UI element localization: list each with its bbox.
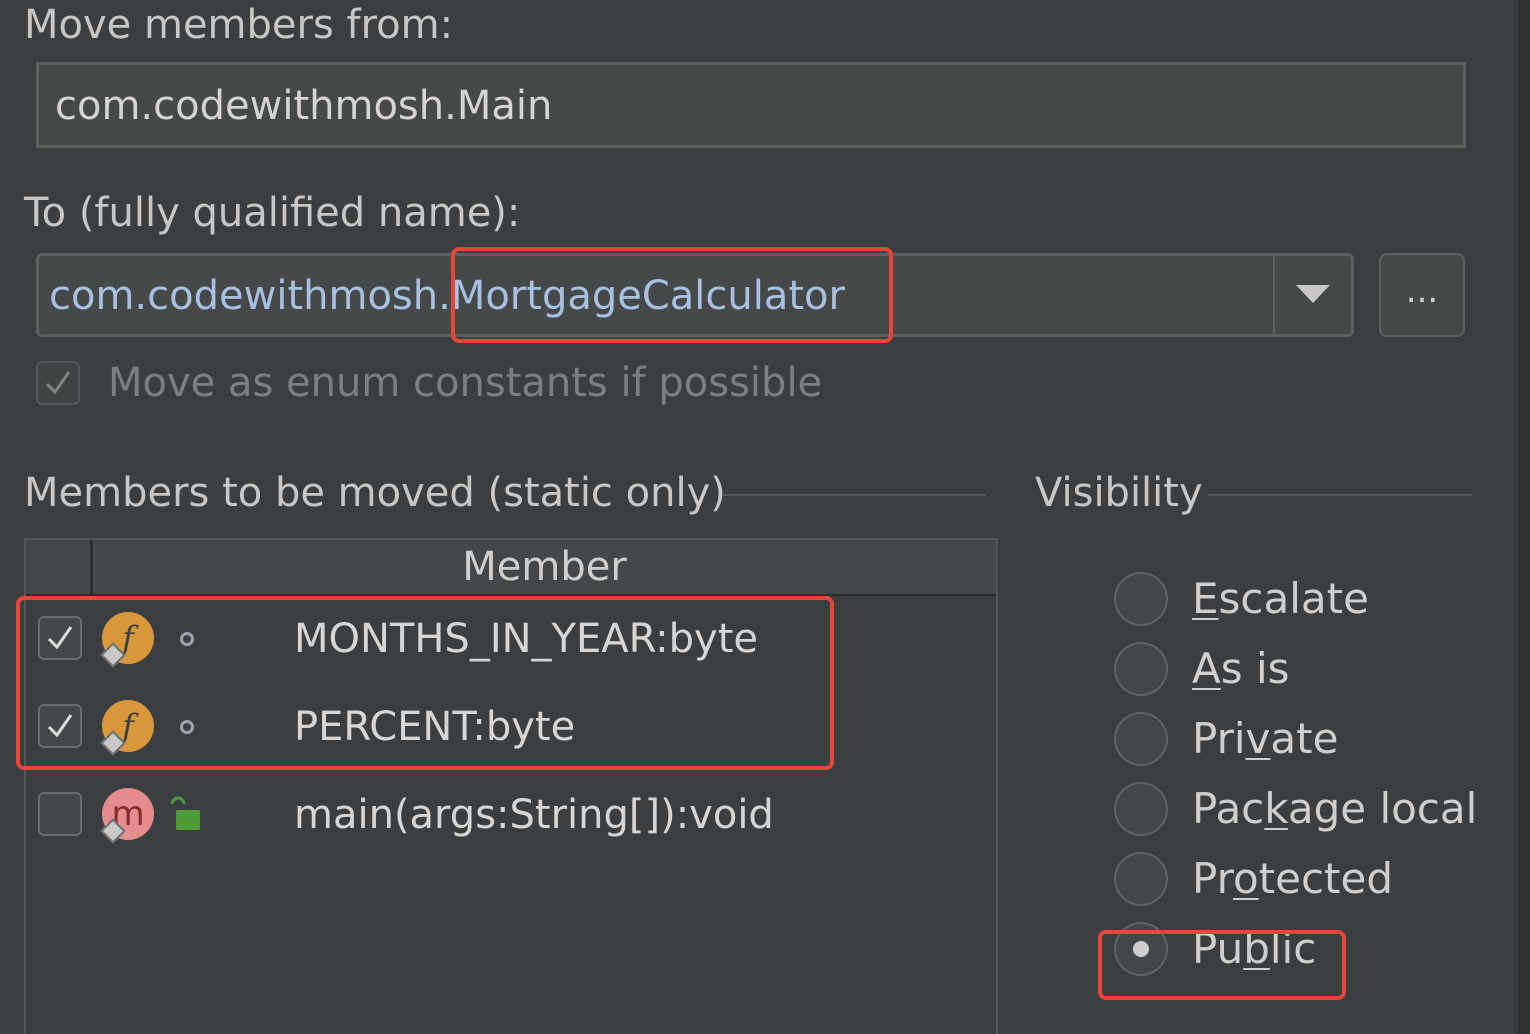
chevron-down-icon [1296,285,1330,303]
member-name: main(args:String[]):void [294,792,774,838]
checkmark-icon [45,371,71,395]
radio-label-escalate: Escalate [1192,574,1369,623]
move-from-value: com.codewithmosh.Main [55,83,553,129]
member-checkbox-2[interactable] [38,704,82,748]
enum-constants-checkbox[interactable] [36,361,80,405]
enum-constants-label: Move as enum constants if possible [108,360,823,406]
checkmark-icon [47,626,73,650]
member-name: MONTHS_IN_YEAR:byte [294,616,759,662]
radio-as-is[interactable] [1114,642,1168,696]
browse-button[interactable]: ... [1379,253,1465,337]
window-edge [1518,0,1530,1034]
move-from-field[interactable]: com.codewithmosh.Main [36,62,1466,148]
members-section-title: Members to be moved (static only) [24,470,726,516]
radio-label-protected: Protected [1192,854,1394,903]
visibility-title-separator [1208,494,1472,496]
radio-private[interactable] [1114,712,1168,766]
radio-label-private: Private [1192,714,1339,763]
column-header-member[interactable]: Member [93,540,996,594]
public-lock-icon [170,796,200,830]
table-header: Member [26,540,996,596]
package-private-icon [180,632,194,646]
checkmark-icon [47,714,73,738]
package-private-icon [180,720,194,734]
radio-package-local[interactable] [1114,782,1168,836]
radio-label-as-is: As is [1192,644,1290,693]
dropdown-arrow-button[interactable] [1275,256,1351,334]
member-name: PERCENT:byte [294,704,576,750]
members-title-separator [722,494,986,496]
member-checkbox-1[interactable] [38,616,82,660]
move-from-label: Move members from: [24,2,454,48]
member-checkbox-3[interactable] [38,792,82,836]
move-to-combobox[interactable]: com.codewithmosh.MortgageCalculator [36,253,1354,337]
radio-label-public: Public [1192,924,1317,973]
radio-public[interactable] [1114,922,1168,976]
radio-label-package-local: Package local [1192,784,1478,833]
visibility-section-title: Visibility [1035,470,1203,516]
radio-protected[interactable] [1114,852,1168,906]
radio-escalate[interactable] [1114,572,1168,626]
move-to-value: com.codewithmosh.MortgageCalculator [49,273,845,319]
radio-selected-dot [1133,941,1149,957]
move-to-label: To (fully qualified name): [24,190,521,236]
browse-button-label: ... [1405,271,1439,311]
members-table: Member f MONTHS_IN_YEAR:byte f PERCENT:b… [24,538,998,1034]
